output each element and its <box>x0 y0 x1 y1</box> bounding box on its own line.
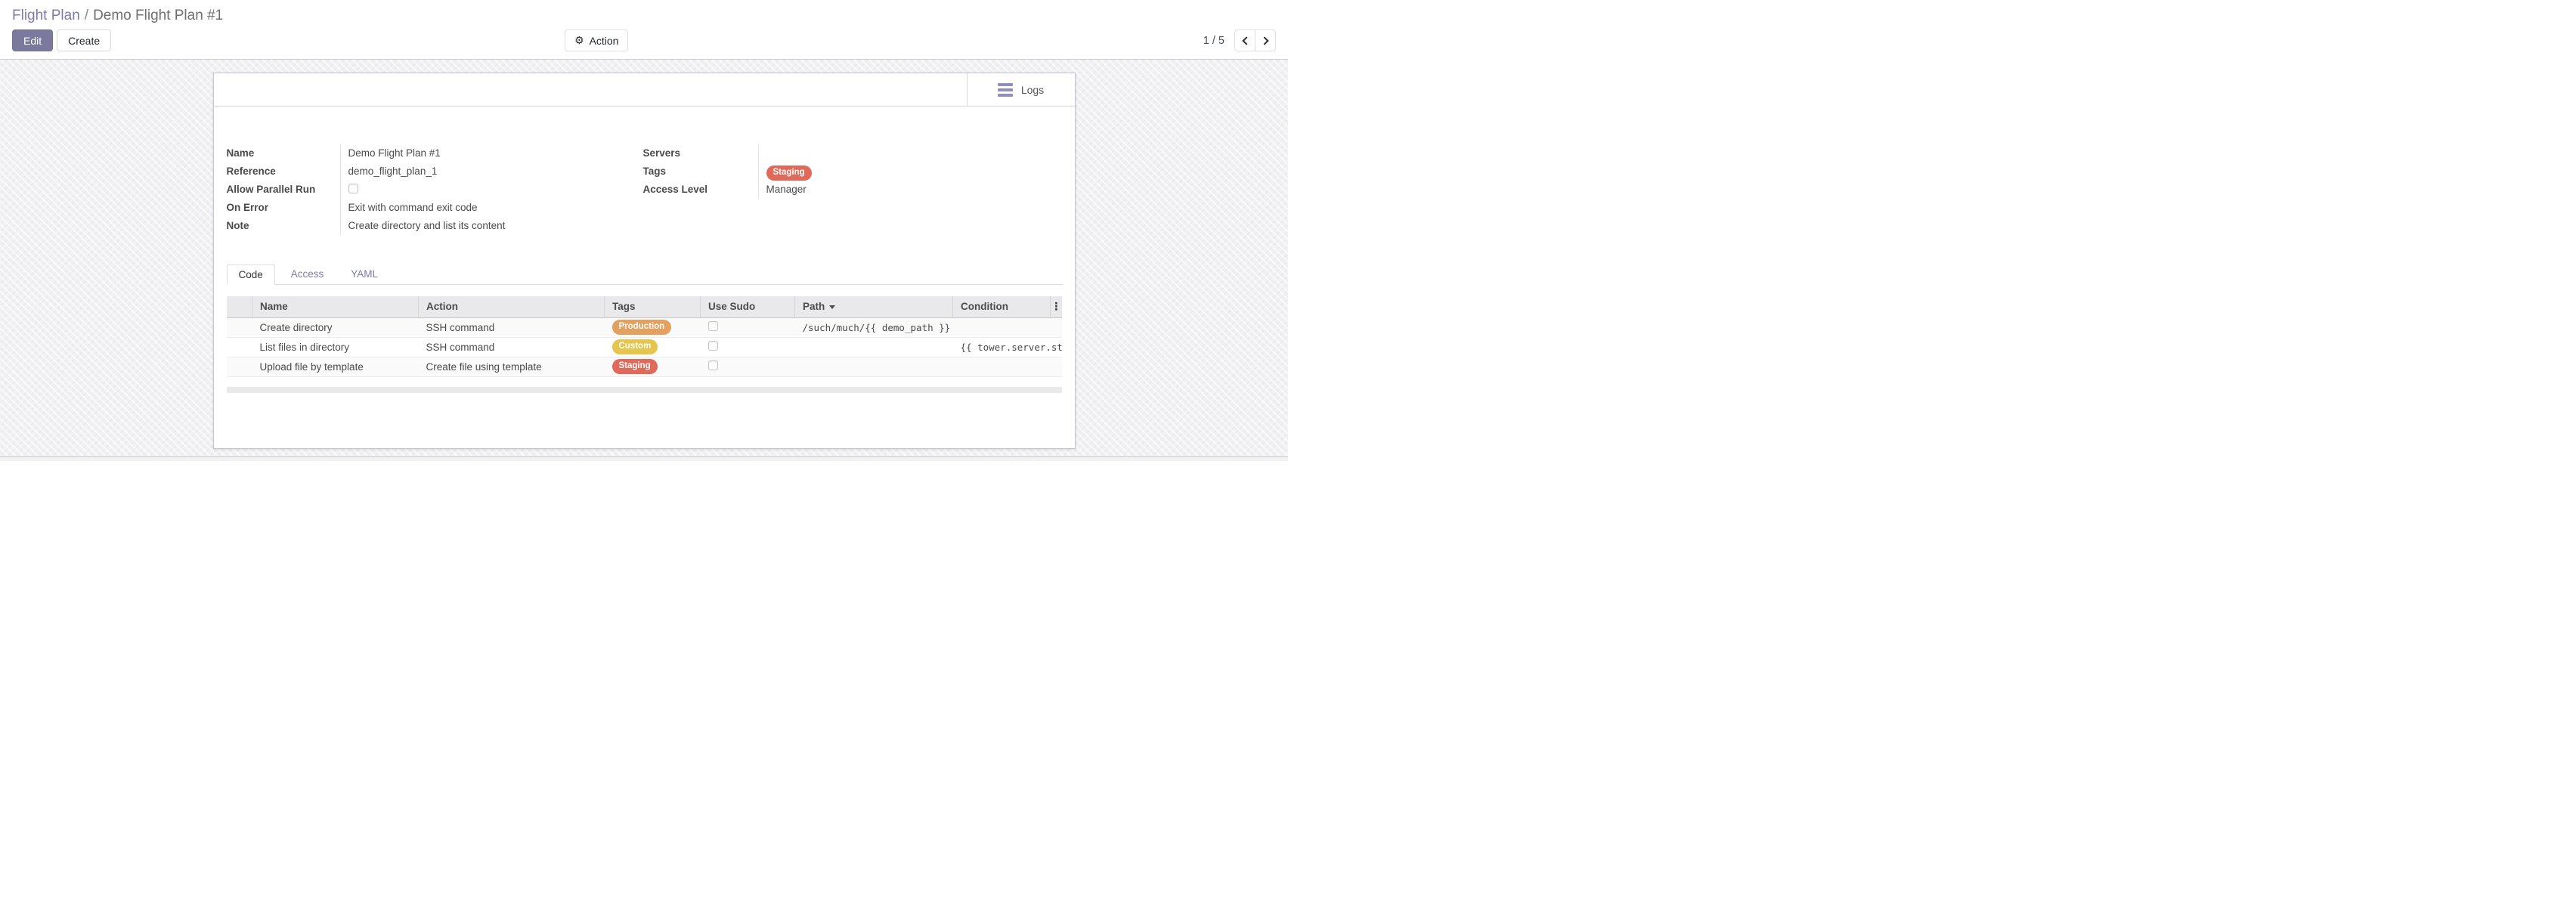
cell-name: List files in directory <box>252 337 419 357</box>
table-row[interactable]: Create directory SSH command Production … <box>227 317 1062 337</box>
tag-badge-production: Production <box>612 320 672 335</box>
chevron-left-icon <box>1242 36 1250 45</box>
breadcrumb-current: Demo Flight Plan #1 <box>93 8 223 23</box>
field-value-access-level: Manager <box>758 181 1063 199</box>
column-header-action[interactable]: Action <box>419 296 605 317</box>
breadcrumb-separator: / <box>80 8 93 23</box>
cell-tags: Staging <box>605 357 701 376</box>
table-row[interactable]: Upload file by template Create file usin… <box>227 357 1062 376</box>
breadcrumb: Flight Plan/Demo Flight Plan #1 <box>12 0 1276 25</box>
field-value-note: Create directory and list its content <box>340 217 643 235</box>
logs-bars-icon <box>998 83 1013 97</box>
logs-button-label: Logs <box>1021 84 1044 96</box>
field-label: Allow Parallel Run <box>227 181 340 199</box>
chevron-right-icon <box>1260 36 1268 45</box>
field-label: Name <box>227 144 340 162</box>
sort-desc-icon <box>829 305 835 309</box>
field-group-right: Servers Tags Staging Access Level Manage… <box>643 144 1063 235</box>
bottom-panel-edge <box>0 456 1288 461</box>
pager-prev-button[interactable] <box>1234 29 1255 51</box>
tab-yaml[interactable]: YAML <box>339 265 389 284</box>
breadcrumb-link-flight-plan[interactable]: Flight Plan <box>12 8 80 23</box>
cell-name: Upload file by template <box>252 357 419 376</box>
ellipsis-vertical-icon: ⋮ <box>1051 301 1061 313</box>
cell-path <box>795 357 953 376</box>
cell-use-sudo <box>701 337 795 357</box>
form-view-background: Logs Name Demo Flight Plan #1 Reference … <box>0 60 1288 456</box>
cell-action: SSH command <box>419 337 605 357</box>
use-sudo-checkbox[interactable] <box>708 321 718 331</box>
pager: 1 / 5 <box>1203 29 1276 51</box>
cell-condition <box>953 317 1062 337</box>
control-panel: Flight Plan/Demo Flight Plan #1 Edit Cre… <box>0 0 1288 60</box>
cell-action: SSH command <box>419 317 605 337</box>
horizontal-scrollbar[interactable] <box>227 387 1062 393</box>
tab-code[interactable]: Code <box>227 265 275 285</box>
cell-use-sudo <box>701 357 795 376</box>
cell-name: Create directory <box>252 317 419 337</box>
tag-badge-staging: Staging <box>766 166 812 181</box>
edit-button[interactable]: Edit <box>12 29 53 51</box>
column-header-use-sudo[interactable]: Use Sudo <box>701 296 795 317</box>
field-label: Servers <box>643 144 758 162</box>
command-list: Name Action Tags Use Sudo Path Condition… <box>227 296 1063 393</box>
handle-cell <box>227 337 252 357</box>
column-header-name[interactable]: Name <box>252 296 419 317</box>
field-label: On Error <box>227 199 340 217</box>
field-label: Note <box>227 217 340 235</box>
cell-condition <box>953 357 1062 376</box>
cell-path <box>795 337 953 357</box>
form-sheet-body: Name Demo Flight Plan #1 Reference demo_… <box>214 107 1075 393</box>
cell-tags: Production <box>605 317 701 337</box>
pager-count: 1 / 5 <box>1203 35 1225 47</box>
field-value-name: Demo Flight Plan #1 <box>340 144 643 162</box>
field-group-left: Name Demo Flight Plan #1 Reference demo_… <box>227 144 643 235</box>
use-sudo-checkbox[interactable] <box>708 341 718 351</box>
allow-parallel-run-checkbox[interactable] <box>348 184 358 193</box>
tab-access[interactable]: Access <box>280 265 336 284</box>
tag-badge-custom: Custom <box>612 339 658 354</box>
field-value-on-error: Exit with command exit code <box>340 199 643 217</box>
use-sudo-checkbox[interactable] <box>708 360 718 370</box>
field-label: Reference <box>227 162 340 181</box>
column-header-condition[interactable]: Condition <box>953 296 1051 317</box>
cell-tags: Custom <box>605 337 701 357</box>
column-options-button[interactable]: ⋮ <box>1051 296 1062 317</box>
column-header-path[interactable]: Path <box>795 296 953 317</box>
create-button[interactable]: Create <box>57 29 111 51</box>
cell-path: /such/much/{{ demo_path }} <box>795 317 953 337</box>
table-header-row: Name Action Tags Use Sudo Path Condition… <box>227 296 1062 317</box>
column-header-tags[interactable]: Tags <box>605 296 701 317</box>
cell-condition: {{ tower.server.sto <box>953 337 1062 357</box>
column-header-handle <box>227 296 252 317</box>
cell-action: Create file using template <box>419 357 605 376</box>
field-label: Tags <box>643 162 758 181</box>
handle-cell <box>227 357 252 376</box>
pager-next-button[interactable] <box>1255 29 1276 51</box>
cell-use-sudo <box>701 317 795 337</box>
action-button[interactable]: ⚙ Action <box>565 29 628 51</box>
notebook-tabs: Code Access YAML <box>227 265 1063 285</box>
field-value-servers <box>758 144 1063 162</box>
logs-button[interactable]: Logs <box>967 73 1075 106</box>
gear-icon: ⚙ <box>574 36 584 46</box>
form-sheet: Logs Name Demo Flight Plan #1 Reference … <box>213 73 1076 449</box>
field-label: Access Level <box>643 181 758 199</box>
form-sheet-header: Logs <box>214 73 1075 107</box>
action-button-label: Action <box>590 35 619 47</box>
table-row[interactable]: List files in directory SSH command Cust… <box>227 337 1062 357</box>
tag-badge-staging: Staging <box>612 359 658 374</box>
handle-cell <box>227 317 252 337</box>
field-value-reference: demo_flight_plan_1 <box>340 162 643 181</box>
